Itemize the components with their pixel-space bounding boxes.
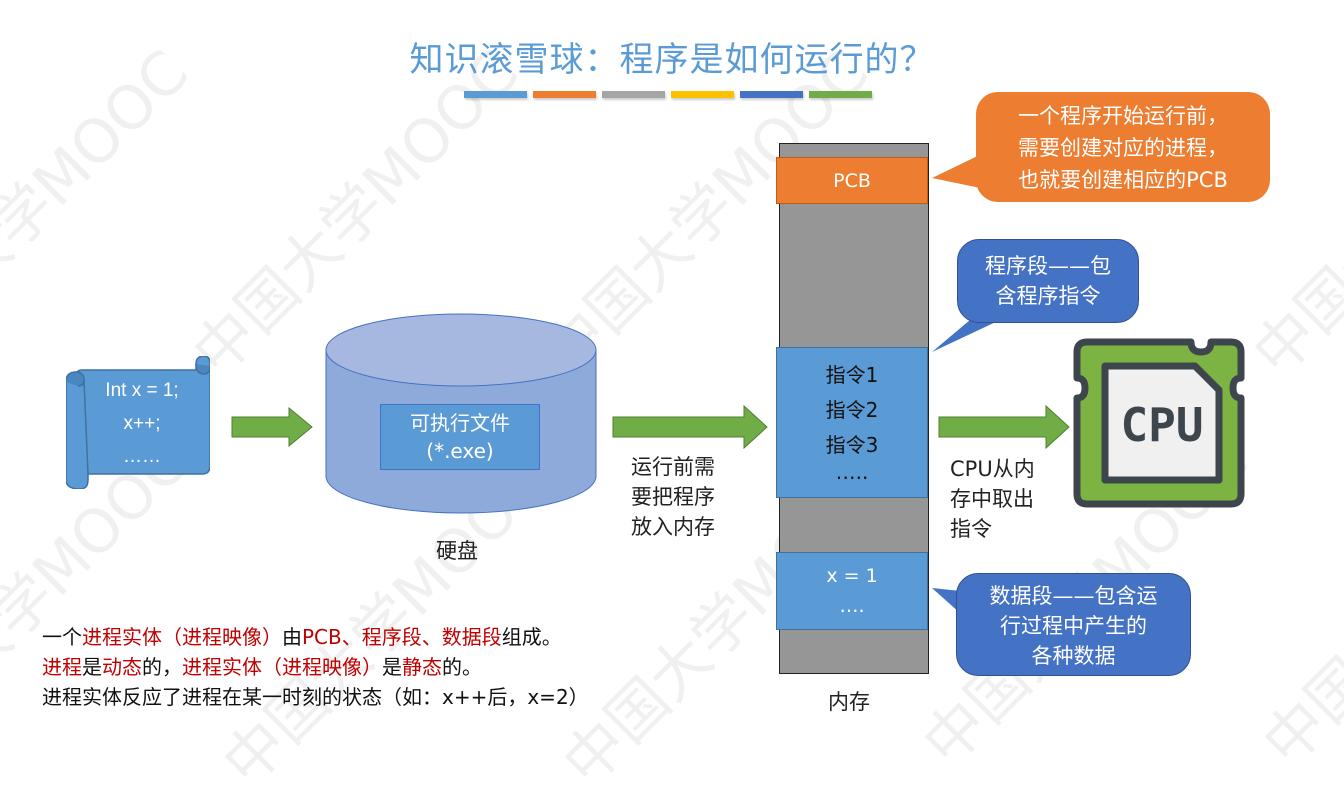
- watermark: 中国大学MOOC: [1249, 427, 1344, 780]
- note-text: 进程实体反应了进程在某一时刻的状态（如：x++后，x=2）: [42, 685, 589, 709]
- color-bar: [671, 91, 734, 98]
- note-line-1: 一个进程实体（进程映像）由PCB、程序段、数据段组成。: [42, 622, 589, 652]
- cpu-chip-icon: CPU: [1073, 338, 1245, 508]
- instruction: 指令2: [825, 398, 879, 422]
- pcb-segment: PCB: [776, 157, 928, 204]
- code-segment-callout: 程序段——包 含程序指令: [957, 239, 1139, 323]
- data-value: x = 1: [826, 565, 878, 587]
- note-text: 的，: [142, 655, 182, 679]
- arrow-right-icon: [938, 405, 1070, 449]
- caption-line: 存中取出: [950, 487, 1034, 511]
- title-color-bars: [464, 91, 872, 98]
- caption-line: 要把程序: [631, 485, 715, 509]
- caption-line: 运行前需: [631, 455, 715, 479]
- color-bar: [533, 91, 596, 98]
- note-text: 一个: [42, 625, 82, 649]
- instruction: 指令3: [825, 433, 879, 457]
- color-bar: [809, 91, 872, 98]
- callout-line: 各种数据: [1031, 644, 1116, 668]
- code-segment: 指令1 指令2 指令3 …..: [776, 347, 928, 498]
- fetch-arrow-caption: CPU从内 存中取出 指令: [950, 454, 1035, 544]
- note-highlight: PCB、程序段、数据段: [302, 625, 502, 649]
- note-highlight: 动态: [102, 655, 142, 679]
- arrow-right-icon: [612, 405, 768, 449]
- note-line-3: 进程实体反应了进程在某一时刻的状态（如：x++后，x=2）: [42, 682, 589, 712]
- note-text: 由: [282, 625, 302, 649]
- instruction: 指令1: [825, 363, 879, 387]
- note-highlight: 静态: [402, 655, 442, 679]
- note-line-2: 进程是动态的，进程实体（进程映像）是静态的。: [42, 652, 589, 682]
- load-arrow-caption: 运行前需 要把程序 放入内存: [631, 452, 715, 542]
- summary-notes: 一个进程实体（进程映像）由PCB、程序段、数据段组成。 进程是动态的，进程实体（…: [42, 622, 589, 712]
- note-text: 组成。: [501, 625, 562, 649]
- code-line: Int x = 1;: [105, 380, 179, 401]
- callout-line: 数据段——包含运: [989, 584, 1158, 608]
- watermark: 中国大学MOOC: [1239, 37, 1344, 390]
- note-text: 是: [82, 655, 102, 679]
- code-line: x++;: [123, 413, 161, 434]
- watermark: 中国大学MOOC: [0, 37, 203, 390]
- executable-file-box: 可执行文件 (*.exe): [380, 404, 540, 470]
- caption-line: 放入内存: [631, 515, 715, 539]
- caption-line: 指令: [950, 517, 992, 541]
- callout-line: 需要创建对应的进程，: [1018, 136, 1228, 160]
- source-code-text: Int x = 1; x++; ……: [78, 374, 206, 473]
- instruction: …..: [835, 460, 869, 484]
- executable-file-extension: (*.exe): [426, 439, 494, 463]
- note-highlight: 进程: [42, 655, 82, 679]
- note-highlight: 进程实体（进程映像）: [182, 655, 382, 679]
- data-segment-callout: 数据段——包含运 行过程中产生的 各种数据: [956, 573, 1191, 676]
- callout-line: 程序段——包: [985, 254, 1111, 278]
- pcb-callout: 一个程序开始运行前， 需要创建对应的进程， 也就要创建相应的PCB: [976, 92, 1270, 202]
- note-highlight: 进程实体（进程映像）: [82, 625, 282, 649]
- callout-line: 行过程中产生的: [1000, 614, 1147, 638]
- note-text: 是: [382, 655, 402, 679]
- executable-file-label: 可执行文件: [410, 411, 510, 435]
- arrow-right-icon: [231, 407, 313, 447]
- cpu-icon-label: CPU: [1120, 398, 1203, 452]
- callout-line: 一个程序开始运行前，: [1018, 104, 1228, 128]
- callout-line: 也就要创建相应的PCB: [1018, 168, 1228, 192]
- data-segment: x = 1 ….: [776, 552, 928, 630]
- data-value: ….: [839, 595, 865, 617]
- color-bar: [602, 91, 665, 98]
- color-bar: [740, 91, 803, 98]
- hard-disk-caption: 硬盘: [436, 539, 478, 563]
- memory-caption: 内存: [828, 690, 870, 714]
- note-text: 的。: [442, 655, 482, 679]
- caption-line: CPU从内: [950, 457, 1035, 481]
- code-line: ……: [123, 446, 161, 467]
- callout-line: 含程序指令: [995, 284, 1101, 308]
- slide-title: 知识滚雪球：程序是如何运行的？: [409, 40, 935, 80]
- color-bar: [464, 91, 527, 98]
